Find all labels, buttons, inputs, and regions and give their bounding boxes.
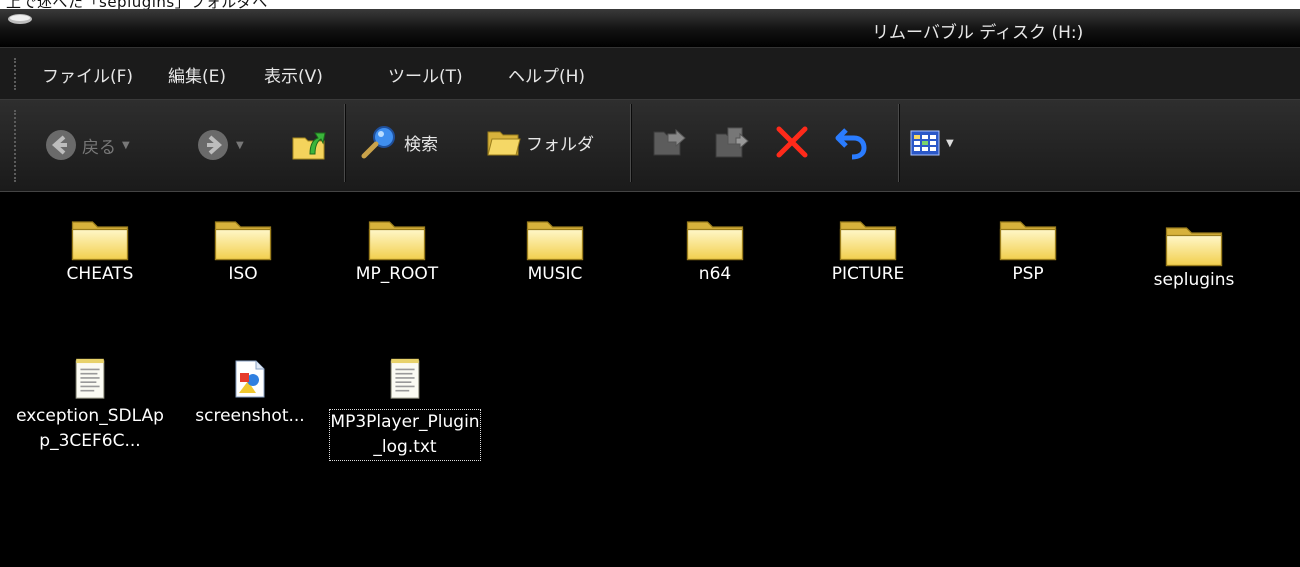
folder-icon [367, 212, 427, 262]
back-arrow-icon [46, 130, 76, 160]
menu-help[interactable]: ヘルプ(H) [508, 62, 585, 87]
undo-icon [835, 128, 867, 160]
item-name: ISO [228, 264, 258, 284]
delete-button[interactable] [774, 124, 810, 160]
drive-icon [8, 14, 32, 24]
file-item[interactable]: exception_SDLApp_3CEF6C... [15, 354, 165, 454]
item-name: exception_SDLApp_3CEF6C... [16, 406, 164, 451]
undo-button[interactable] [834, 124, 870, 160]
folder-item[interactable]: ISO [168, 212, 318, 287]
back-button[interactable]: 戻る ▼ [44, 128, 130, 162]
folder-icon [525, 212, 585, 262]
folder-item[interactable]: PSP [953, 212, 1103, 287]
menu-edit[interactable]: 編集(E) [168, 62, 226, 87]
item-name: screenshot... [195, 406, 305, 426]
file-item[interactable]: screenshot... [175, 354, 325, 429]
folder-icon [213, 212, 273, 262]
search-icon [361, 126, 395, 159]
folder-icon [685, 212, 745, 262]
folder-item[interactable]: MP_ROOT [322, 212, 472, 287]
menu-view[interactable]: 表示(V) [264, 62, 323, 87]
folder-icon [1164, 218, 1224, 268]
top-caption-text: 上で述べた「seplugins」フォルダへ [6, 0, 268, 9]
menu-tools[interactable]: ツール(T) [388, 62, 463, 87]
item-name: MUSIC [527, 264, 583, 284]
item-name: CHEATS [66, 264, 134, 284]
menubar-grip[interactable] [14, 58, 16, 90]
file-list-pane[interactable]: CHEATS ISO MP_ROOT MUSIC n64 PICTURE PSP… [0, 191, 1300, 567]
delete-x-icon [776, 126, 808, 158]
window-titlebar[interactable]: リムーバブル ディスク (H:) [0, 9, 1300, 47]
folder-item[interactable]: n64 [640, 212, 790, 287]
back-label: 戻る [82, 137, 116, 158]
folder-item[interactable]: MUSIC [480, 212, 630, 287]
item-name: PICTURE [831, 264, 905, 284]
item-name: n64 [698, 264, 732, 284]
forward-dropdown-icon[interactable]: ▼ [236, 140, 244, 151]
back-dropdown-icon[interactable]: ▼ [122, 140, 130, 151]
folder-icon [70, 212, 130, 262]
toolbar-grip[interactable] [14, 110, 16, 182]
menu-bar: ファイル(F) 編集(E) 表示(V) ツール(T) ヘルプ(H) [0, 47, 1300, 100]
top-caption-strip: 上で述べた「seplugins」フォルダへ [0, 0, 1300, 9]
search-label: 検索 [404, 134, 438, 155]
views-icon [910, 130, 940, 156]
copy-to-icon [715, 127, 749, 158]
item-name: seplugins [1153, 270, 1235, 290]
folder-item[interactable]: seplugins [1119, 218, 1269, 293]
views-dropdown-icon[interactable]: ▼ [946, 138, 954, 149]
copy-to-button[interactable] [712, 124, 752, 160]
up-folder-icon [292, 132, 326, 160]
move-to-button[interactable] [650, 124, 688, 160]
image-file-icon [233, 354, 267, 404]
folders-button[interactable]: フォルダ [486, 124, 594, 160]
text-file-icon [388, 354, 422, 404]
move-to-icon [653, 128, 686, 156]
menu-file[interactable]: ファイル(F) [42, 62, 133, 87]
folder-item[interactable]: PICTURE [793, 212, 943, 287]
folders-icon [487, 131, 521, 156]
toolbar-separator [344, 104, 346, 182]
folder-icon [998, 212, 1058, 262]
folder-icon [838, 212, 898, 262]
folders-label: フォルダ [526, 134, 594, 155]
file-item-focused[interactable]: MP3Player_Plugin_log.txt [329, 354, 481, 461]
item-name: PSP [1012, 264, 1044, 284]
folder-item[interactable]: CHEATS [25, 212, 175, 287]
forward-button[interactable]: ▼ [196, 128, 244, 162]
item-name: MP_ROOT [355, 264, 439, 284]
toolbar-separator [630, 104, 632, 182]
up-folder-button[interactable] [290, 124, 328, 162]
views-button[interactable]: ▼ [910, 130, 954, 156]
forward-arrow-icon [198, 130, 228, 160]
item-name: MP3Player_Plugin_log.txt [329, 409, 481, 461]
text-file-icon [73, 354, 107, 404]
search-button[interactable]: 検索 [360, 124, 438, 160]
window-title: リムーバブル ディスク (H:) [872, 23, 1084, 43]
toolbar-separator [898, 104, 900, 182]
